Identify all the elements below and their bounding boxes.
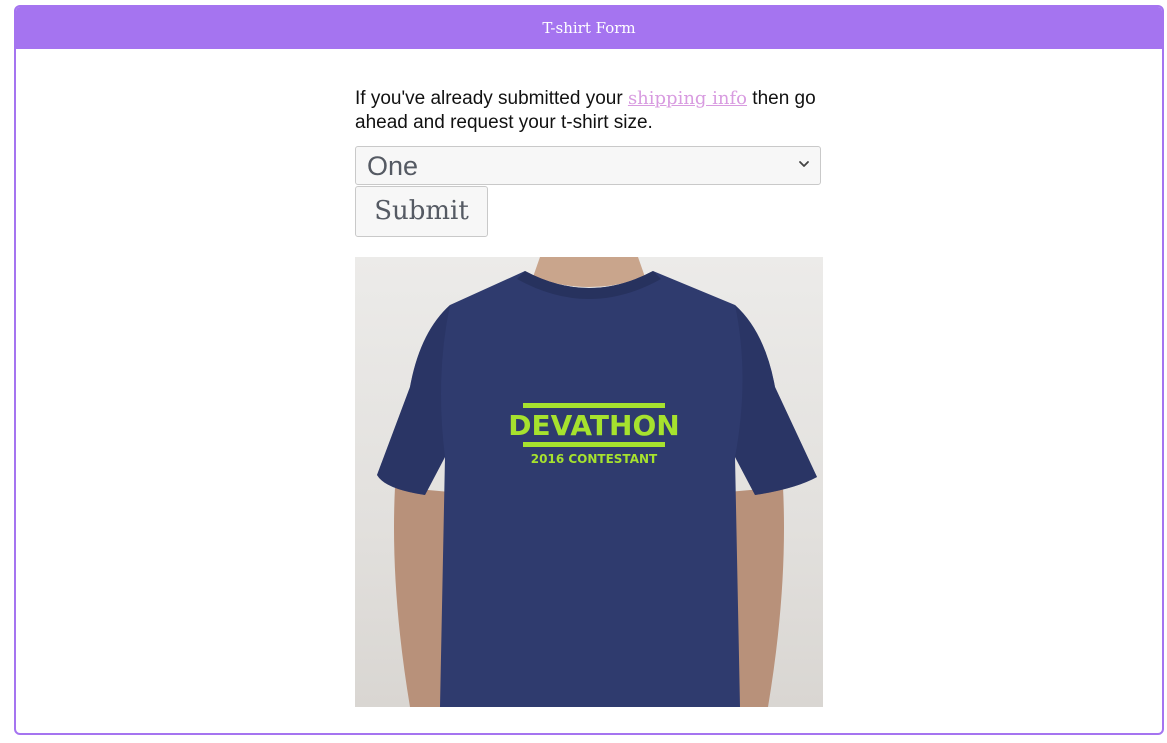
tshirt-form-panel: T-shirt Form If you've already submitted… <box>14 5 1164 735</box>
print-title: DEVATHON <box>508 409 679 442</box>
form-content: If you've already submitted your shippin… <box>355 87 823 707</box>
intro-text: If you've already submitted your shippin… <box>355 87 823 135</box>
print-subtitle: 2016 CONTESTANT <box>531 452 658 466</box>
panel-title: T-shirt Form <box>16 7 1162 49</box>
submit-button[interactable]: Submit <box>355 186 488 237</box>
intro-text-before: If you've already submitted your <box>355 88 628 109</box>
size-select[interactable]: One <box>355 146 821 185</box>
size-select-value: One <box>367 151 419 181</box>
chevron-down-icon <box>799 161 809 167</box>
tshirt-photo: DEVATHON 2016 CONTESTANT <box>355 257 823 707</box>
tshirt-illustration: DEVATHON 2016 CONTESTANT <box>377 257 817 707</box>
shipping-info-link[interactable]: shipping info <box>628 88 747 109</box>
